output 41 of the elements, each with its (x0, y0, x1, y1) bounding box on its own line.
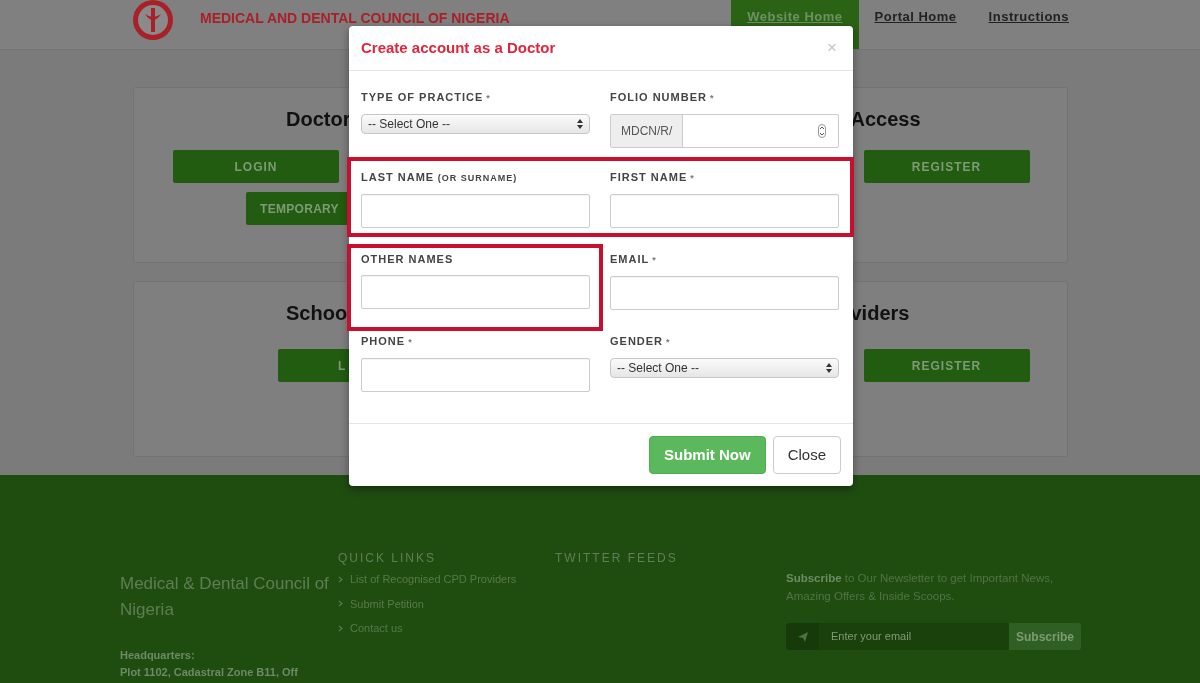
text-field[interactable] (361, 358, 590, 392)
chevron-icon (338, 575, 343, 583)
text-field[interactable] (610, 276, 839, 310)
card-heading: Doctor (286, 107, 351, 132)
paper-plane-icon (797, 631, 808, 642)
section-title: TWITTER FEEDS (555, 550, 679, 567)
field-label: TYPE OF PRACTICE * (361, 90, 492, 105)
register-button[interactable]: REGISTER (863, 349, 1030, 382)
card-heading: Schoo (286, 301, 348, 326)
field-label: GENDER * (610, 334, 672, 349)
field-label: FIRST NAME * (610, 170, 696, 185)
modal-title: Create account as a Doctor (361, 37, 556, 58)
select-field[interactable]: -- Select One -- (361, 114, 590, 134)
nav-link[interactable]: Portal Home (858, 0, 973, 49)
field-label: EMAIL * (610, 252, 658, 267)
chevron-icon (338, 600, 343, 608)
chevron-icon (338, 624, 343, 632)
address-text: Plot 1102, Cadastral Zone B11, Off (120, 665, 299, 680)
address-label: Headquarters: (120, 648, 196, 663)
section-title: QUICK LINKS (338, 550, 438, 567)
nav-link[interactable]: Instructions (972, 0, 1085, 49)
field-label: FOLIO NUMBER * (610, 90, 716, 105)
card-heading: Access (850, 107, 921, 132)
subscribe-button[interactable]: Subscribe (1009, 623, 1081, 650)
register-button[interactable]: REGISTER (863, 150, 1030, 183)
close-button[interactable]: Close (772, 436, 841, 474)
select-field[interactable]: -- Select One -- (610, 358, 839, 378)
field-label: OTHER NAMES (361, 252, 455, 266)
login-button[interactable]: LOGIN (173, 150, 339, 183)
field-label: LAST NAME (OR SURNAME) (361, 170, 519, 185)
text-field[interactable] (361, 275, 590, 309)
updown-icon (826, 363, 832, 373)
card-heading: viders (850, 301, 910, 326)
submit-button[interactable]: Submit Now (648, 436, 766, 474)
text-field[interactable] (361, 194, 590, 228)
site-title: MEDICAL AND DENTAL COUNCIL OF NIGERIA (200, 9, 510, 28)
footer-link[interactable]: Submit Petition (350, 595, 424, 612)
field-label: PHONE * (361, 334, 414, 349)
updown-icon (577, 119, 583, 129)
text-field[interactable] (610, 194, 839, 228)
org-name: Medical & Dental Council of Nigeria (120, 573, 330, 621)
